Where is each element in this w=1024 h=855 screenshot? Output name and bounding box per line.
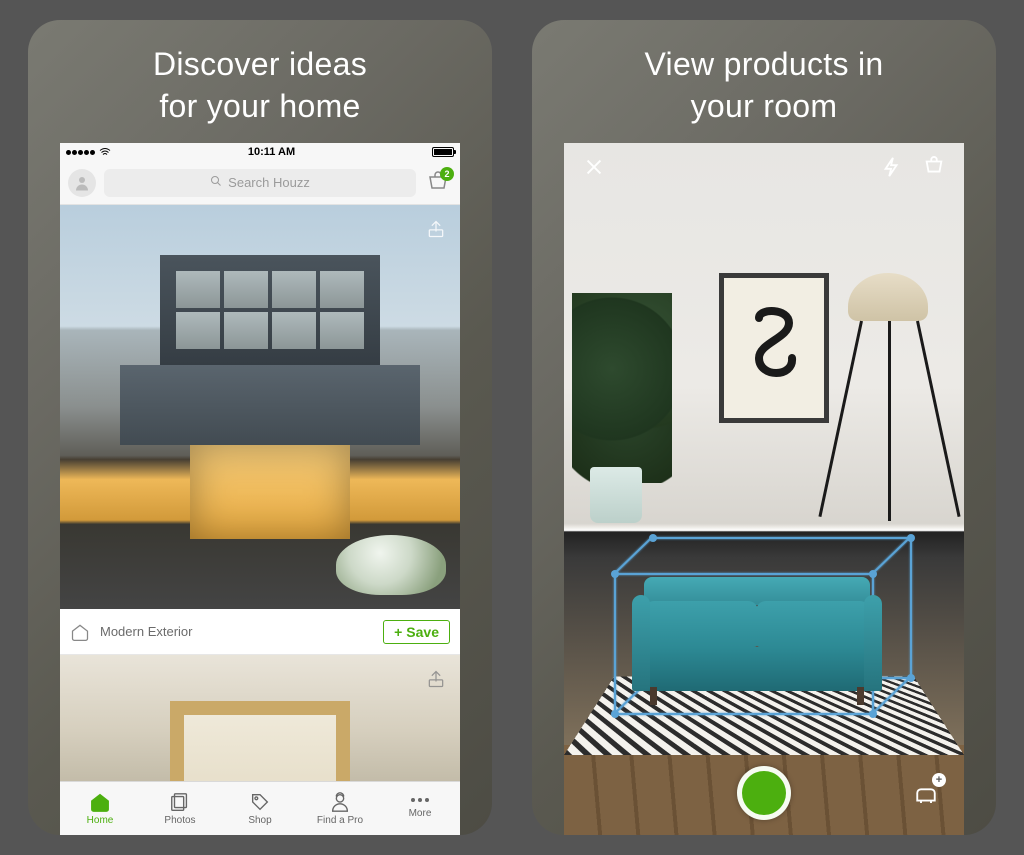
- search-icon: [210, 175, 222, 190]
- panel-title: View products in your room: [644, 44, 883, 127]
- title-line-2: for your home: [159, 88, 360, 124]
- room-plant: [572, 293, 672, 523]
- search-placeholder: Search Houzz: [228, 175, 310, 190]
- save-button[interactable]: + Save: [383, 620, 450, 644]
- card-image[interactable]: [60, 205, 460, 609]
- battery-icon: [432, 147, 454, 157]
- save-label: Save: [406, 624, 439, 640]
- cart-button[interactable]: 2: [424, 169, 452, 197]
- more-icon: [411, 798, 429, 802]
- floor-lamp: [820, 273, 950, 533]
- capture-button[interactable]: [737, 766, 791, 820]
- card-footer: Modern Exterior + Save: [60, 609, 460, 655]
- add-product-button[interactable]: +: [908, 775, 944, 811]
- promo-panel-discover: Discover ideas for your home 10:11 AM Se…: [28, 20, 492, 835]
- share-button[interactable]: [422, 215, 450, 243]
- feed-card[interactable]: Modern Exterior + Save: [60, 205, 460, 655]
- category-label[interactable]: Modern Exterior: [100, 624, 373, 639]
- status-bar: 10:11 AM: [60, 143, 460, 161]
- tab-more[interactable]: More: [380, 782, 460, 835]
- nav-bar: Search Houzz 2: [60, 161, 460, 205]
- tab-label: Home: [87, 815, 114, 826]
- plus-icon: +: [932, 773, 946, 787]
- ar-footer: +: [564, 759, 964, 827]
- tab-find-a-pro[interactable]: Find a Pro: [300, 782, 380, 835]
- plus-icon: +: [394, 624, 402, 640]
- title-line-1: Discover ideas: [153, 46, 367, 82]
- profile-avatar[interactable]: [68, 169, 96, 197]
- promo-panel-ar: View products in your room: [532, 20, 996, 835]
- flash-button[interactable]: [880, 155, 904, 179]
- feed[interactable]: Modern Exterior + Save: [60, 205, 460, 781]
- status-time: 10:11 AM: [248, 146, 295, 158]
- panel-title: Discover ideas for your home: [153, 44, 367, 127]
- cart-badge: 2: [440, 167, 454, 181]
- search-input[interactable]: Search Houzz: [104, 169, 416, 197]
- close-button[interactable]: [582, 155, 606, 179]
- tab-photos[interactable]: Photos: [140, 782, 220, 835]
- tab-bar: Home Photos Shop Find a Pro More: [60, 781, 460, 835]
- share-button[interactable]: [422, 665, 450, 693]
- ar-top-bar: [564, 143, 964, 191]
- phone-screen-ar: +: [564, 143, 964, 835]
- signal-icon: [66, 150, 95, 155]
- tab-label: More: [409, 808, 432, 819]
- phone-screen-home: 10:11 AM Search Houzz 2: [60, 143, 460, 835]
- title-line-1: View products in: [644, 46, 883, 82]
- cart-button[interactable]: [922, 155, 946, 179]
- wall-art: [719, 273, 829, 423]
- tab-home[interactable]: Home: [60, 782, 140, 835]
- tab-label: Photos: [164, 815, 195, 826]
- tab-label: Find a Pro: [317, 815, 363, 826]
- tab-shop[interactable]: Shop: [220, 782, 300, 835]
- ar-product-sofa[interactable]: [634, 571, 880, 705]
- tab-label: Shop: [248, 815, 271, 826]
- wifi-icon: [99, 147, 111, 157]
- feed-card-partial[interactable]: [60, 655, 460, 781]
- title-line-2: your room: [691, 88, 838, 124]
- category-icon: [70, 622, 90, 642]
